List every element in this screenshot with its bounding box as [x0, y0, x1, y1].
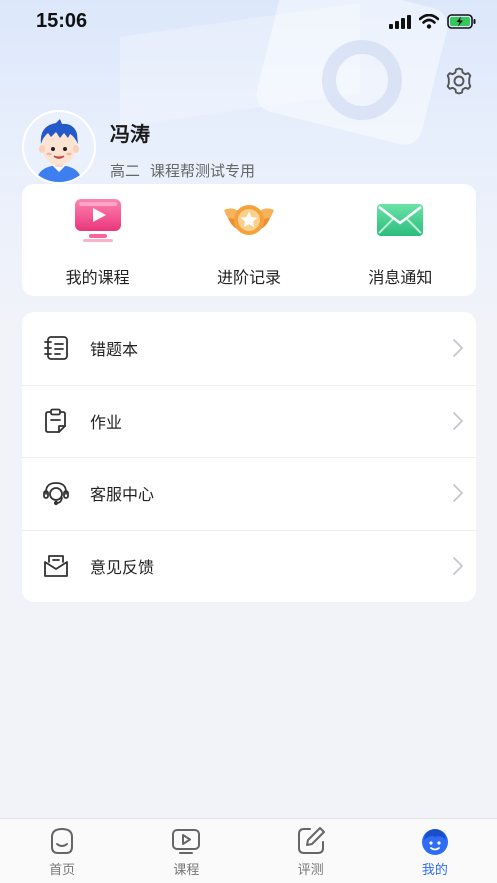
- battery-charging-icon: [447, 14, 476, 29]
- tab-label: 我的: [421, 863, 448, 878]
- gear-icon: [446, 67, 472, 95]
- boy-avatar-icon: [24, 112, 94, 182]
- chevron-right-icon: [453, 484, 463, 502]
- tab-label: 首页: [49, 863, 76, 878]
- notifications-label: 消息通知: [368, 268, 433, 287]
- course-play-icon: [172, 829, 201, 854]
- play-screen-icon: [74, 199, 121, 242]
- menu-item-customer-service[interactable]: 客服中心: [22, 457, 476, 530]
- chevron-right-icon: [453, 556, 463, 575]
- pen-edit-icon: [297, 827, 325, 854]
- tab-mine[interactable]: 我的: [373, 819, 497, 883]
- status-icons: [389, 14, 477, 29]
- menu-item-label: 作业: [90, 412, 123, 432]
- menu-item-homework[interactable]: 作业: [22, 384, 476, 458]
- quick-actions-card: 我的课程 进阶记录 消息通知: [22, 184, 476, 296]
- header-decoration: [322, 40, 402, 120]
- tab-label: 评测: [297, 863, 324, 878]
- menu-item-label: 意见反馈: [90, 557, 155, 577]
- home-face-icon: [51, 827, 74, 854]
- settings-button[interactable]: [444, 66, 474, 96]
- profile-face-icon: [421, 829, 448, 855]
- tab-home[interactable]: 首页: [0, 819, 124, 883]
- avatar[interactable]: [22, 110, 96, 184]
- envelope-icon: [377, 204, 424, 236]
- tab-course[interactable]: 课程: [124, 819, 248, 883]
- clipboard-icon: [45, 408, 66, 433]
- tab-assessment[interactable]: 评测: [249, 819, 373, 883]
- feedback-mail-icon: [44, 554, 68, 577]
- chevron-right-icon: [453, 411, 463, 430]
- winged-star-badge-icon: [223, 205, 274, 235]
- menu-item-mistake-notebook[interactable]: 错题本: [22, 312, 476, 385]
- menu-item-label: 错题本: [90, 340, 139, 360]
- user-description: 课程帮测试专用: [150, 162, 256, 180]
- cellular-signal-icon: [389, 14, 411, 29]
- menu-item-label: 客服中心: [90, 485, 155, 505]
- user-grade: 高二: [110, 162, 141, 180]
- menu-list: 错题本 作业 客服中心 意见反馈: [22, 312, 476, 602]
- notebook-icon: [44, 336, 68, 361]
- my-courses-label: 我的课程: [65, 268, 130, 287]
- status-time: 15:06: [36, 10, 88, 32]
- menu-item-feedback[interactable]: 意见反馈: [22, 529, 476, 603]
- headset-icon: [43, 482, 69, 506]
- chevron-right-icon: [453, 339, 463, 357]
- progress-record-button[interactable]: 进阶记录: [173, 184, 324, 296]
- my-courses-button[interactable]: 我的课程: [22, 184, 173, 296]
- user-name: 冯涛: [110, 122, 150, 146]
- status-bar: 15:06: [0, 0, 497, 46]
- progress-record-label: 进阶记录: [216, 268, 281, 287]
- tab-label: 课程: [173, 863, 200, 878]
- user-subtitle: 高二 课程帮测试专用: [110, 160, 255, 181]
- wifi-icon: [419, 14, 439, 29]
- bottom-tab-bar: 首页 课程 评测 我的: [0, 818, 497, 883]
- notifications-button[interactable]: 消息通知: [325, 184, 476, 296]
